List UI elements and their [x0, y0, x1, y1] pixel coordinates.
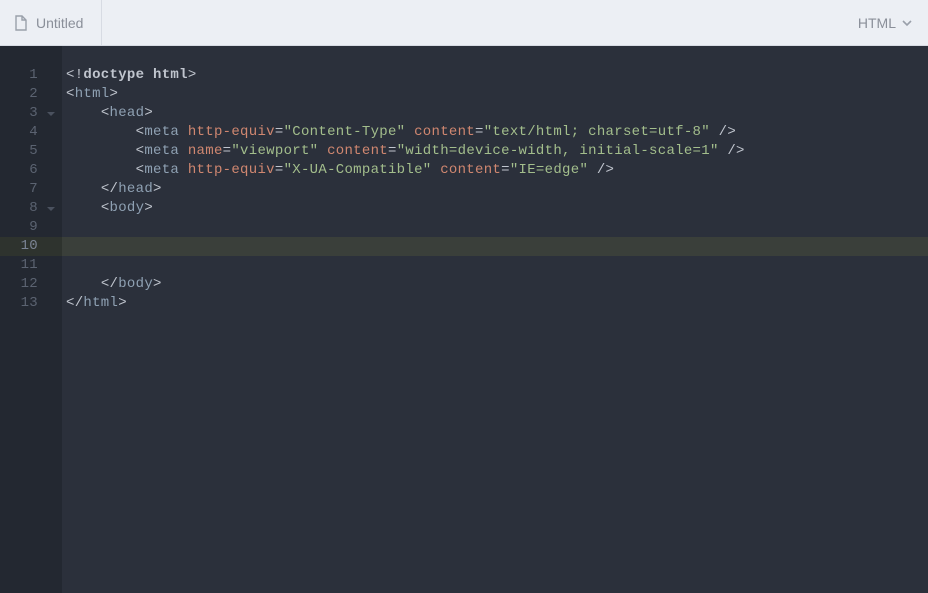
code-token: >: [144, 105, 153, 121]
gutter-line: 5: [0, 142, 62, 161]
code-token: content: [414, 124, 475, 140]
gutter: 12345678910111213: [0, 46, 62, 593]
gutter-line: 10: [0, 237, 62, 256]
code-line[interactable]: <meta http-equiv="Content-Type" content=…: [62, 123, 928, 142]
language-selector[interactable]: HTML: [842, 0, 928, 45]
code-token: <: [101, 200, 110, 216]
code-token: meta: [144, 124, 188, 140]
code-token: html: [83, 295, 118, 311]
code-token: http-equiv: [188, 162, 275, 178]
code-token: "text/html; charset=utf-8": [484, 124, 710, 140]
language-label: HTML: [858, 15, 896, 31]
code-line[interactable]: [62, 237, 928, 256]
gutter-line: 12: [0, 275, 62, 294]
code-line[interactable]: [62, 256, 928, 275]
topbar: Untitled HTML: [0, 0, 928, 46]
fold-arrow-icon[interactable]: [46, 109, 56, 119]
code-editor[interactable]: 12345678910111213 <!doctype html><html> …: [0, 46, 928, 593]
code-line[interactable]: <!doctype html>: [62, 66, 928, 85]
code-token: =: [275, 162, 284, 178]
code-token: "Content-Type": [284, 124, 406, 140]
code-line[interactable]: <meta http-equiv="X-UA-Compatible" conte…: [62, 161, 928, 180]
code-token: >: [144, 200, 153, 216]
code-token: >: [188, 67, 197, 83]
gutter-line: 9: [0, 218, 62, 237]
code-token: meta: [144, 143, 188, 159]
code-line[interactable]: <meta name="viewport" content="width=dev…: [62, 142, 928, 161]
code-token: head: [118, 181, 153, 197]
code-token: "IE=edge": [510, 162, 588, 178]
code-token: </: [101, 181, 118, 197]
code-area[interactable]: <!doctype html><html> <head> <meta http-…: [62, 46, 928, 593]
gutter-line: 1: [0, 66, 62, 85]
code-token: >: [110, 86, 119, 102]
code-token: "viewport": [231, 143, 318, 159]
code-line[interactable]: <body>: [62, 199, 928, 218]
gutter-line: 7: [0, 180, 62, 199]
gutter-line: 2: [0, 85, 62, 104]
file-icon: [14, 15, 28, 31]
code-token: body: [110, 200, 145, 216]
code-token: http-equiv: [188, 124, 275, 140]
code-token: >: [153, 181, 162, 197]
code-token: >: [153, 276, 162, 292]
code-token: "X-UA-Compatible": [284, 162, 432, 178]
code-token: >: [118, 295, 127, 311]
code-line[interactable]: </head>: [62, 180, 928, 199]
gutter-line: 11: [0, 256, 62, 275]
code-token: =: [388, 143, 397, 159]
gutter-line: 3: [0, 104, 62, 123]
gutter-line: 13: [0, 294, 62, 313]
code-token: doctype html: [83, 67, 187, 83]
code-token: "width=device-width, initial-scale=1": [397, 143, 719, 159]
code-token: =: [475, 124, 484, 140]
code-token: [318, 143, 327, 159]
code-token: =: [501, 162, 510, 178]
code-token: head: [110, 105, 145, 121]
code-token: html: [75, 86, 110, 102]
code-token: content: [327, 143, 388, 159]
code-token: />: [710, 124, 736, 140]
code-token: />: [719, 143, 745, 159]
chevron-down-icon: [902, 18, 912, 28]
code-token: <: [101, 105, 110, 121]
code-token: [405, 124, 414, 140]
code-token: <: [66, 86, 75, 102]
topbar-spacer: [102, 0, 841, 45]
file-tab-title: Untitled: [36, 15, 83, 31]
code-line[interactable]: </body>: [62, 275, 928, 294]
gutter-line: 6: [0, 161, 62, 180]
file-tab[interactable]: Untitled: [0, 0, 102, 45]
code-line[interactable]: <head>: [62, 104, 928, 123]
code-token: body: [118, 276, 153, 292]
gutter-line: 8: [0, 199, 62, 218]
code-token: content: [440, 162, 501, 178]
fold-arrow-icon[interactable]: [46, 204, 56, 214]
code-line[interactable]: <html>: [62, 85, 928, 104]
code-token: name: [188, 143, 223, 159]
code-token: <!: [66, 67, 83, 83]
code-line[interactable]: [62, 218, 928, 237]
code-token: </: [101, 276, 118, 292]
code-token: =: [275, 124, 284, 140]
code-token: />: [588, 162, 614, 178]
code-line[interactable]: </html>: [62, 294, 928, 313]
code-token: </: [66, 295, 83, 311]
code-token: meta: [144, 162, 188, 178]
gutter-line: 4: [0, 123, 62, 142]
code-token: [432, 162, 441, 178]
